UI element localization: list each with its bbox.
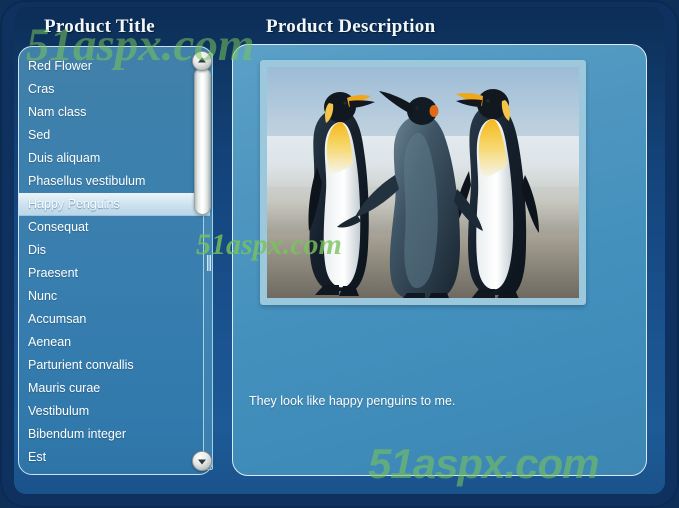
list-item[interactable]: Phasellus vestibulum [19,170,212,193]
list-item[interactable]: Consequat [19,216,212,239]
chevron-down-icon[interactable] [192,451,212,471]
list-item[interactable]: Praesent [19,262,212,285]
list-item[interactable]: Parturient convallis [19,354,212,377]
list-item[interactable]: Duis aliquam [19,147,212,170]
product-list-scrollbar[interactable] [189,51,215,472]
list-item[interactable]: Mauris curae [19,377,212,400]
scrollbar-track-marker [207,255,211,271]
product-list-panel: Red Flower Cras Nam class Sed Duis aliquam Ph… [18,46,213,475]
list-item[interactable]: Bibendum integer [19,423,212,446]
list-item[interactable]: Est [19,446,212,469]
application-window: Product Title Product Description Red Fl… [0,0,679,508]
product-description-text: They look like happy penguins to me. [249,394,456,408]
list-item[interactable]: Nunc [19,285,212,308]
list-item[interactable]: Cras [19,78,212,101]
list-item[interactable]: Sed [19,124,212,147]
list-item[interactable]: Red Flower [19,55,212,78]
page-title-product-description: Product Description [266,16,436,37]
page-title-product-title: Product Title [44,16,156,37]
list-item[interactable]: Dis [19,239,212,262]
penguin-right [453,89,539,298]
scrollbar-thumb[interactable] [194,67,211,215]
list-item[interactable]: Happy Penguins [19,193,210,216]
product-list[interactable]: Red Flower Cras Nam class Sed Duis aliquam Ph… [19,47,212,474]
product-image-frame [260,60,586,305]
list-item[interactable]: Vestibulum [19,400,212,423]
product-image-penguins [267,67,579,298]
list-item[interactable]: Nam class [19,101,212,124]
penguin-left [308,92,375,296]
list-item[interactable]: Accumsan [19,308,212,331]
penguins-illustration [308,89,539,298]
product-description-panel: They look like happy penguins to me. [232,44,647,476]
chevron-up-icon[interactable] [192,51,212,71]
list-item[interactable]: Aenean [19,331,212,354]
